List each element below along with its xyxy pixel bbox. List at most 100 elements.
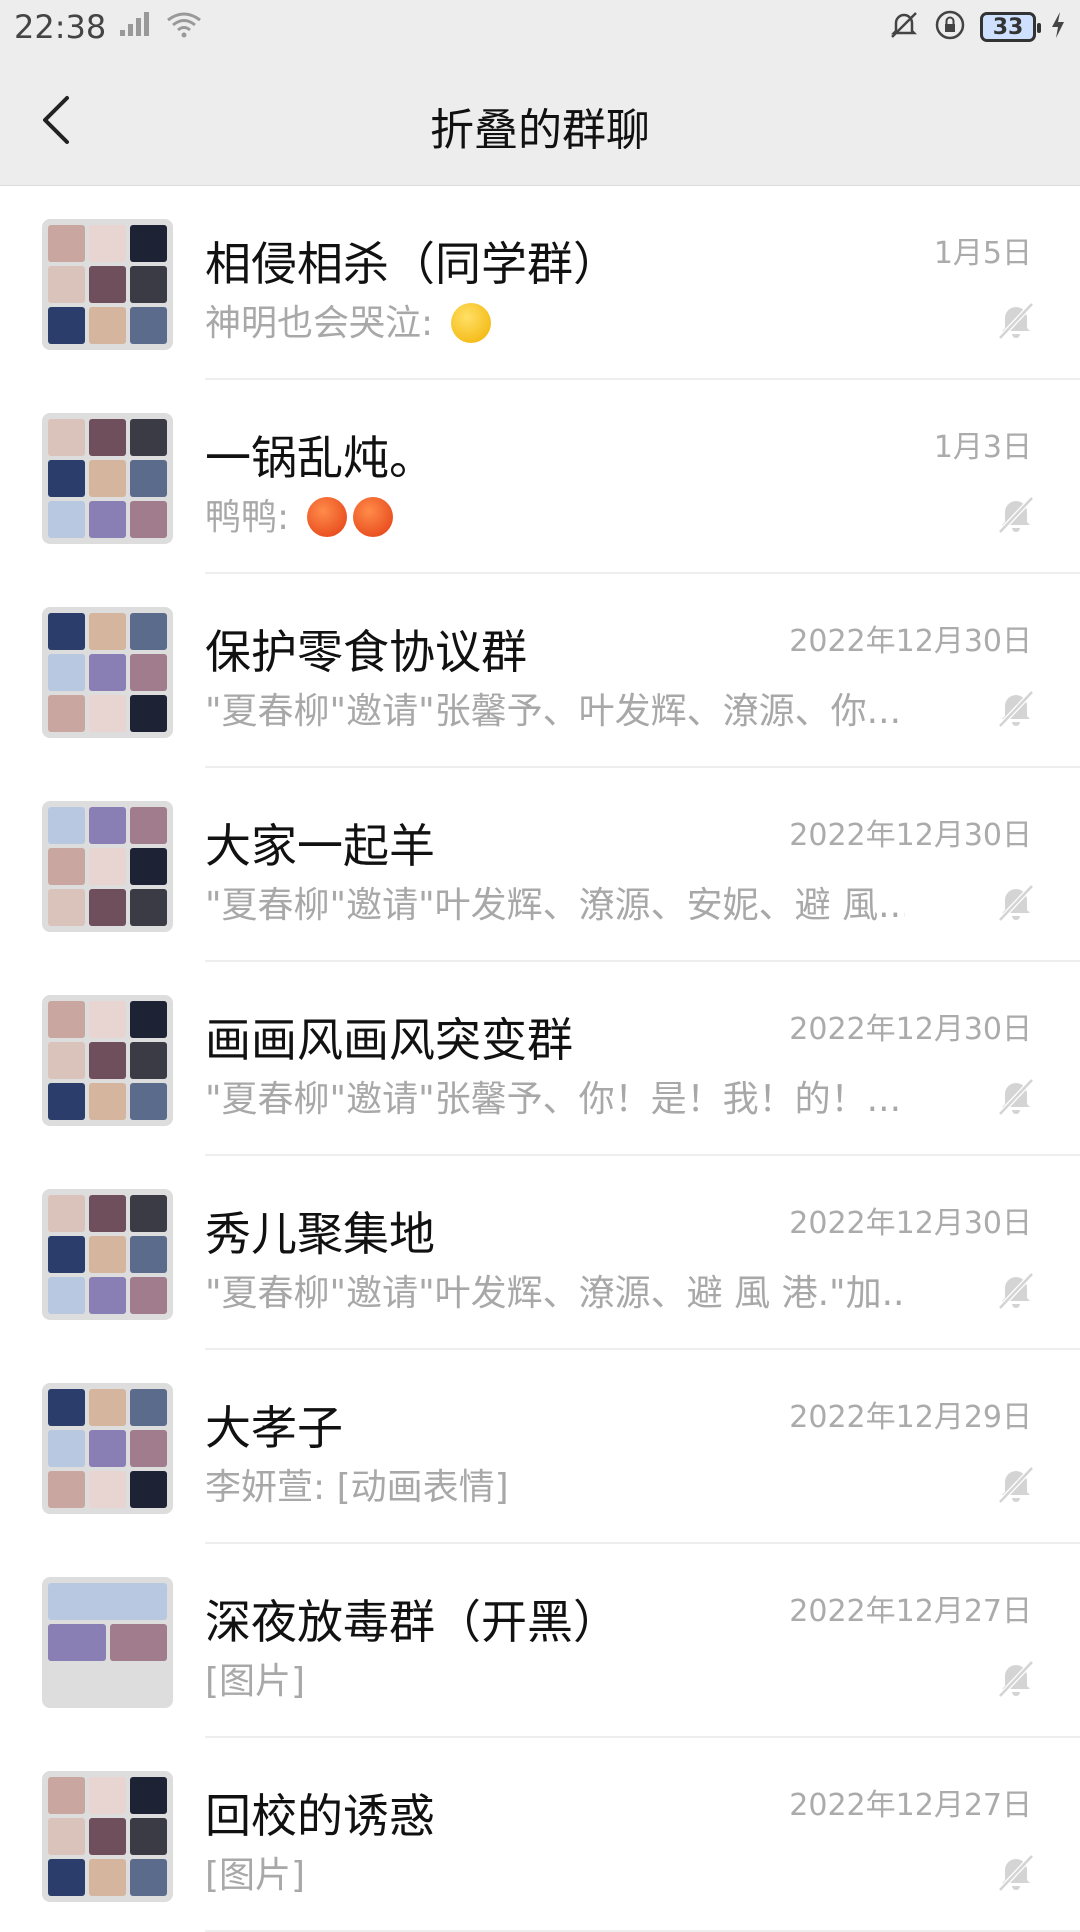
chat-preview-text: [图片] <box>205 1661 306 1702</box>
chat-name: 大孝子 <box>205 1401 343 1455</box>
avatar-tile <box>89 1277 126 1314</box>
chat-row[interactable]: 大家一起羊 "夏春柳"邀请"叶发辉、潦源、安妮、避 風... 2022年12月30日 <box>0 768 1080 962</box>
angry-emoji-icon <box>352 497 393 537</box>
avatar-tile <box>130 1471 167 1508</box>
avatar-tile <box>89 1389 126 1426</box>
avatar-tile <box>48 1624 106 1661</box>
chat-name: 大家一起羊 <box>205 819 435 873</box>
bell-off-icon <box>994 298 1038 342</box>
avatar-tile <box>48 889 85 926</box>
bell-off-icon <box>994 1656 1038 1700</box>
avatar-tile <box>48 419 85 456</box>
avatar-tile <box>89 1777 126 1814</box>
avatar-tile <box>48 695 85 732</box>
group-avatar[interactable] <box>42 1771 173 1902</box>
avatar-tile <box>48 654 85 691</box>
chat-preview: 神明也会哭泣: <box>205 294 905 346</box>
avatar-tile <box>48 1083 85 1120</box>
status-time: 22:38 <box>14 8 107 46</box>
avatar-tile <box>89 1430 126 1467</box>
avatar-tile <box>48 1471 85 1508</box>
avatar-tile <box>89 419 126 456</box>
avatar-tile <box>48 1818 85 1855</box>
bell-off-icon <box>994 686 1038 730</box>
avatar-tile <box>130 654 167 691</box>
avatar-tile <box>48 307 85 344</box>
avatar-tile <box>48 1583 167 1620</box>
page-title: 折叠的群聊 <box>430 105 650 156</box>
chat-preview-text: 李妍萱: [动画表情] <box>205 1467 509 1508</box>
chat-time: 2022年12月27日 <box>789 1788 1032 1823</box>
group-avatar[interactable] <box>42 413 173 544</box>
chat-row[interactable]: 大孝子 李妍萱: [动画表情] 2022年12月29日 <box>0 1350 1080 1544</box>
chat-row[interactable]: 一锅乱炖。 鸭鸭: 1月3日 <box>0 380 1080 574</box>
chat-name: 保护零食协议群 <box>205 625 527 679</box>
avatar-tile <box>48 1001 85 1038</box>
avatar-tile <box>130 1389 167 1426</box>
group-avatar[interactable] <box>42 995 173 1126</box>
avatar-tile <box>48 807 85 844</box>
avatar-tile <box>48 266 85 303</box>
chat-preview: "夏春柳"邀请"张馨予、你！是！我！的！... <box>205 1070 905 1122</box>
avatar-tile <box>89 613 126 650</box>
avatar-tile <box>130 266 167 303</box>
avatar-tile <box>130 1430 167 1467</box>
chat-preview-text: "夏春柳"邀请"叶发辉、潦源、安妮、避 風... <box>205 885 905 926</box>
chat-preview: 李妍萱: [动画表情] <box>205 1458 905 1510</box>
battery-icon: 33 <box>980 12 1041 42</box>
chat-time: 2022年12月30日 <box>789 624 1032 659</box>
chat-row[interactable]: 相侵相杀（同学群） 神明也会哭泣: 1月5日 <box>0 186 1080 380</box>
avatar-tile <box>89 1042 126 1079</box>
chat-row[interactable]: 深夜放毒群（开黑） [图片] 2022年12月27日 <box>0 1544 1080 1738</box>
group-avatar[interactable] <box>42 1189 173 1320</box>
chat-row[interactable]: 回校的诱惑 [图片] 2022年12月27日 <box>0 1738 1080 1932</box>
group-avatar[interactable] <box>42 1383 173 1514</box>
chat-list: 相侵相杀（同学群） 神明也会哭泣: 1月5日 一锅乱炖。 鸭鸭: 1月3日 保护零食协议… <box>0 186 1080 1932</box>
bell-off-icon <box>994 1850 1038 1894</box>
avatar-tile <box>48 1859 85 1896</box>
chat-preview-text: 神明也会哭泣: <box>205 303 445 344</box>
avatar-tile <box>89 1083 126 1120</box>
group-avatar[interactable] <box>42 219 173 350</box>
avatar-tile <box>130 1042 167 1079</box>
avatar-tile <box>130 1083 167 1120</box>
chat-name: 相侵相杀（同学群） <box>205 237 619 291</box>
status-right: 33 <box>888 9 1066 45</box>
avatar-tile <box>48 848 85 885</box>
chat-preview: 鸭鸭: <box>205 488 905 540</box>
chat-name: 秀儿聚集地 <box>205 1207 435 1261</box>
group-avatar[interactable] <box>42 1577 173 1708</box>
chat-time: 2022年12月27日 <box>789 1594 1032 1629</box>
avatar-tile <box>130 419 167 456</box>
chat-preview: "夏春柳"邀请"张馨予、叶发辉、潦源、你... <box>205 682 905 734</box>
bell-off-status-icon <box>888 9 920 45</box>
chat-row[interactable]: 画画风画风突变群 "夏春柳"邀请"张馨予、你！是！我！的！... 2022年12月3… <box>0 962 1080 1156</box>
avatar-tile <box>130 307 167 344</box>
chat-preview-text: "夏春柳"邀请"张馨予、叶发辉、潦源、你... <box>205 691 902 732</box>
avatar-tile <box>89 889 126 926</box>
avatar-tile <box>89 1818 126 1855</box>
avatar-tile <box>89 225 126 262</box>
chat-name: 一锅乱炖。 <box>205 431 435 485</box>
signal-icon <box>118 8 154 46</box>
avatar-tile <box>109 1624 167 1661</box>
chat-row[interactable]: 秀儿聚集地 "夏春柳"邀请"叶发辉、潦源、避 風 港."加... 2022年12月3… <box>0 1156 1080 1350</box>
group-avatar[interactable] <box>42 801 173 932</box>
chat-time: 2022年12月30日 <box>789 1012 1032 1047</box>
chat-row[interactable]: 保护零食协议群 "夏春柳"邀请"张馨予、叶发辉、潦源、你... 2022年12月30… <box>0 574 1080 768</box>
avatar-tile <box>130 807 167 844</box>
chat-preview: [图片] <box>205 1652 905 1704</box>
avatar-tile <box>48 613 85 650</box>
bell-off-icon <box>994 880 1038 924</box>
avatar-tile <box>89 848 126 885</box>
avatar-tile <box>130 1001 167 1038</box>
avatar-tile <box>48 1042 85 1079</box>
group-avatar[interactable] <box>42 607 173 738</box>
chat-preview: [图片] <box>205 1846 905 1898</box>
chat-name: 回校的诱惑 <box>205 1789 435 1843</box>
chat-preview-text: [图片] <box>205 1855 306 1896</box>
sleep-emoji-icon <box>450 303 491 343</box>
avatar-tile <box>48 1665 106 1702</box>
bell-off-icon <box>994 1462 1038 1506</box>
avatar-tile <box>48 1195 85 1232</box>
